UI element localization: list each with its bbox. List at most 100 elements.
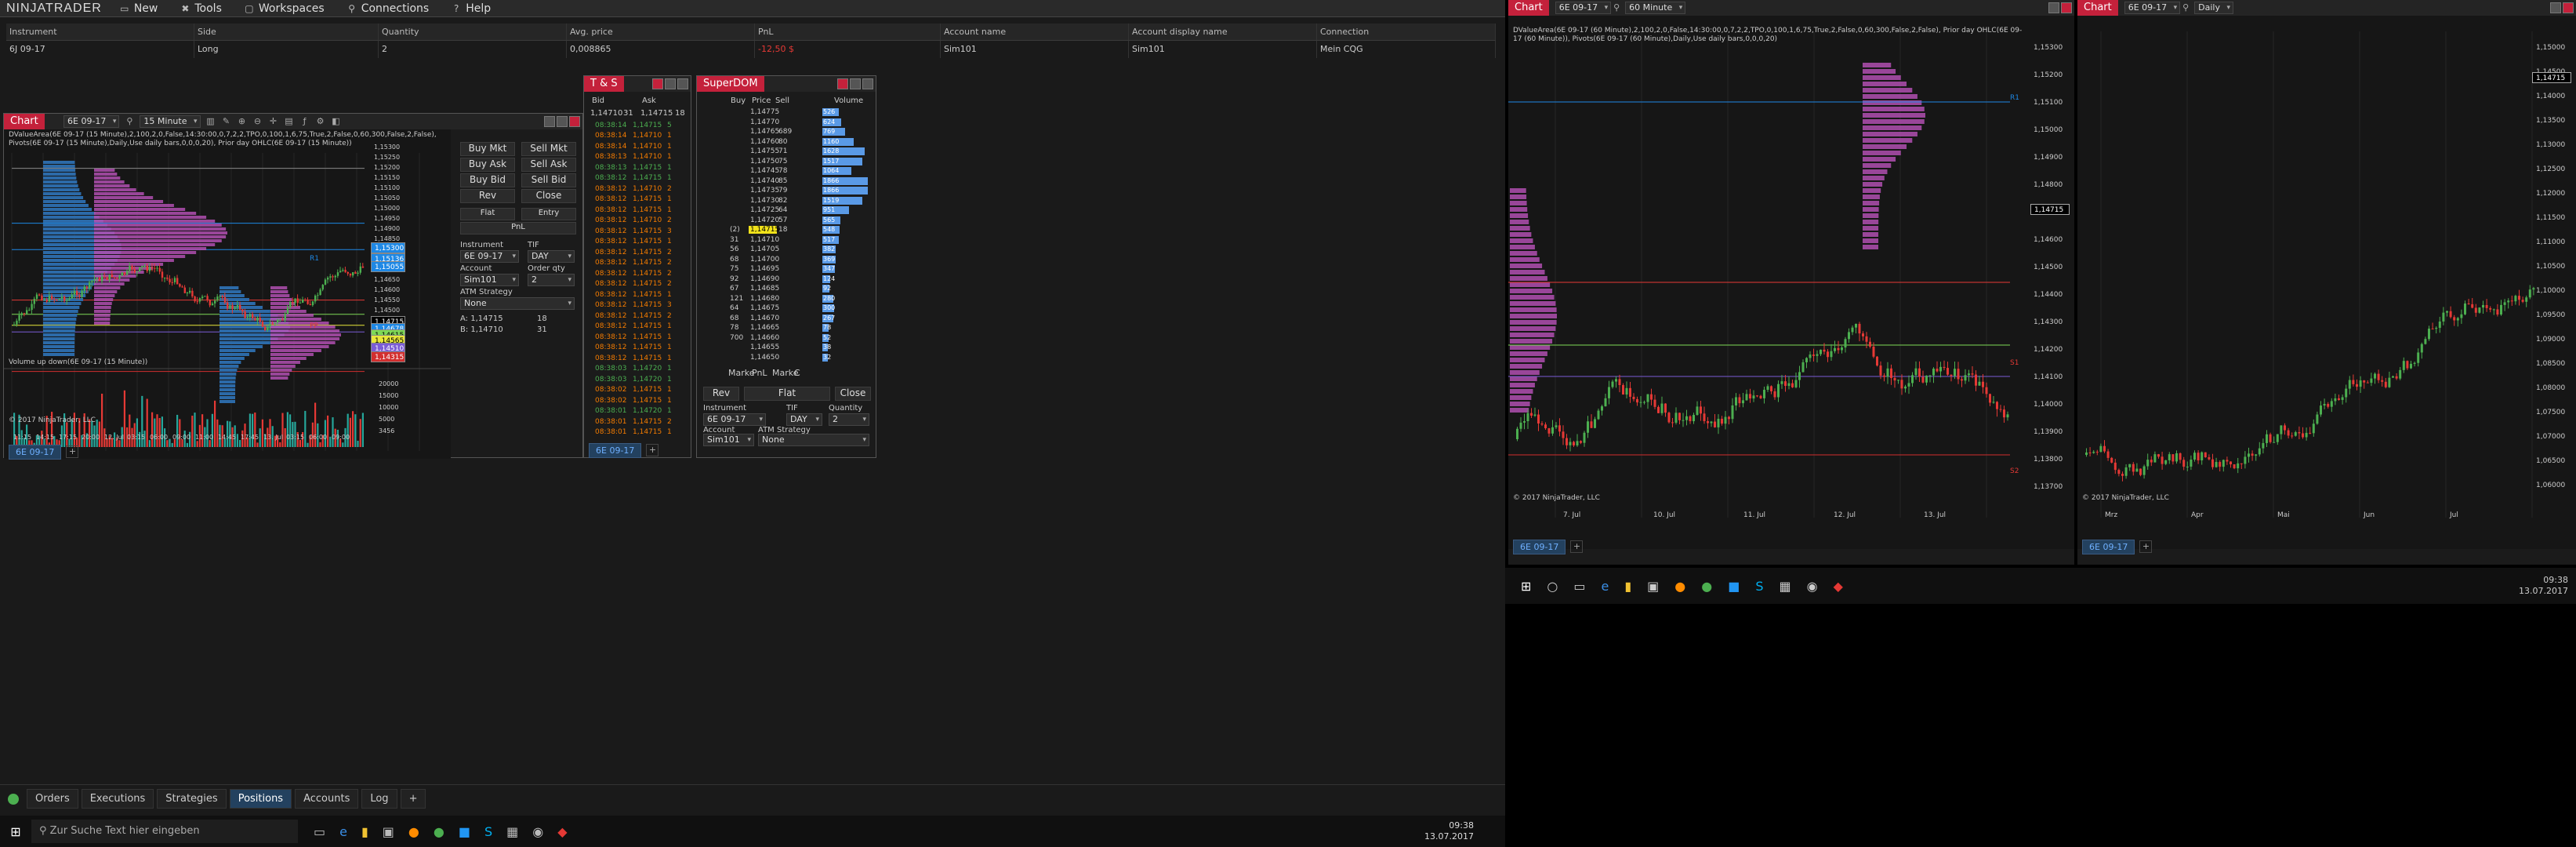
list-item[interactable]: 08:38:12 1,14715 3 [595, 300, 681, 311]
dom-buy-cell[interactable]: 56 [728, 245, 749, 253]
interval-selector[interactable]: 15 Minute [140, 115, 201, 128]
search-icon[interactable]: ⚲ [1611, 2, 1622, 13]
dom-price-cell[interactable]: 1,14685 [749, 285, 779, 293]
tab-orders[interactable]: Orders [27, 789, 78, 809]
list-item[interactable]: 08:38:01 1,14715 2 [595, 416, 681, 427]
table-row[interactable]: 1,14740 85 1866 [728, 176, 873, 187]
table-row[interactable]: 92 1,14690 124 [728, 274, 873, 285]
chart-titlebar[interactable]: Chart 6E 09-17 ⚲ Daily [2077, 0, 2576, 16]
dom-price-cell[interactable]: 1,14745 [749, 167, 779, 175]
list-item[interactable]: 08:38:12 1,14715 1 [595, 289, 681, 300]
dom-price-cell[interactable]: 1,14680 [749, 295, 779, 303]
dom-tif-selector[interactable]: DAY [786, 413, 822, 426]
chrome-icon[interactable]: ● [1701, 579, 1712, 594]
table-row[interactable]: 700 1,14660 52 [728, 333, 873, 344]
windows-start-icon[interactable]: ⊞ [1521, 579, 1531, 594]
close-position-button[interactable]: Close [521, 189, 576, 203]
dom-buy-cell[interactable]: 700 [728, 334, 749, 342]
list-item[interactable]: 08:38:12 1,14715 2 [595, 311, 681, 322]
instrument-selector[interactable]: 6E 09-17 [460, 250, 519, 263]
table-row[interactable]: 64 1,14675 300 [728, 304, 873, 314]
calculator-icon[interactable]: ▦ [1780, 579, 1791, 594]
dom-buy-cell[interactable]: 64 [728, 304, 749, 312]
skype-icon[interactable]: S [1755, 579, 1763, 594]
add-tab-icon[interactable]: + [2139, 540, 2153, 553]
dom-price-cell[interactable]: 1,14675 [749, 304, 779, 312]
table-row[interactable]: 1,14735 79 1866 [728, 186, 873, 196]
table-row[interactable]: 1,14655 38 [728, 343, 873, 353]
table-row[interactable]: 75 1,14695 347 [728, 264, 873, 274]
close-icon[interactable] [652, 78, 663, 89]
dom-price-cell[interactable]: 1,14765 [749, 128, 779, 136]
instrument-selector[interactable]: 6E 09-17 [1555, 2, 1612, 14]
table-row[interactable]: 68 1,14700 369 [728, 255, 873, 265]
dom-price-cell[interactable]: 1,14735 [749, 187, 779, 194]
dom-price-cell[interactable]: 1,14740 [749, 177, 779, 185]
chart-trader-icon[interactable]: ◧ [331, 116, 342, 127]
firefox-icon[interactable]: ● [1674, 579, 1685, 594]
sell-ask-button[interactable]: Sell Ask [521, 158, 576, 172]
dom-sell-cell[interactable]: 79 [777, 187, 799, 194]
dom-footer-c[interactable]: C [794, 368, 800, 378]
superdom-titlebar[interactable]: SuperDOM [697, 76, 876, 92]
add-tab-icon[interactable]: + [1570, 540, 1584, 553]
dom-sell-cell[interactable]: 82 [777, 197, 799, 205]
list-item[interactable]: 08:38:12 1,14715 1 [595, 322, 681, 333]
dom-price-cell[interactable]: 1,14775 [749, 108, 779, 116]
list-item[interactable]: 08:38:14 1,14715 5 [595, 120, 681, 131]
dom-close-button[interactable]: Close [835, 387, 871, 401]
chart-daily-canvas[interactable] [2077, 16, 2576, 549]
list-item[interactable]: 08:38:12 1,14715 1 [595, 353, 681, 364]
ninjatrader-icon[interactable]: ◆ [557, 824, 567, 839]
ts-titlebar[interactable]: T & S [584, 76, 691, 92]
list-item[interactable]: 08:38:12 1,14715 2 [595, 247, 681, 258]
list-item[interactable]: 08:38:14 1,14710 1 [595, 141, 681, 152]
dom-buy-cell[interactable]: 68 [728, 256, 749, 264]
list-item[interactable]: 08:38:12 1,14710 2 [595, 216, 681, 227]
dom-quantity-stepper[interactable]: 2 [829, 413, 869, 426]
dom-buy-cell[interactable]: 68 [728, 314, 749, 322]
dom-buy-cell[interactable]: 92 [728, 275, 749, 283]
table-row[interactable]: 1,14755 71 1628 [728, 147, 873, 157]
col-avg-price[interactable]: Avg. price [567, 24, 755, 40]
ninjatrader-icon[interactable]: ◆ [1834, 579, 1843, 594]
dom-price-cell[interactable]: 1,14715 [749, 226, 779, 234]
add-tab-icon[interactable]: + [400, 789, 426, 809]
draw-icon[interactable]: ✎ [221, 116, 232, 127]
tif-selector[interactable]: DAY [528, 250, 575, 263]
col-connection[interactable]: Connection [1317, 24, 1496, 40]
app2-icon[interactable]: ◉ [532, 824, 543, 839]
explorer-icon[interactable]: ▮ [361, 824, 368, 839]
col-account-name[interactable]: Account name [941, 24, 1129, 40]
task-view-icon[interactable]: ▭ [314, 824, 325, 839]
dom-price-cell[interactable]: 1,14755 [749, 147, 779, 155]
taskbar-clock[interactable]: 09:38 13.07.2017 [1424, 820, 1474, 842]
dom-price-cell[interactable]: 1,14700 [749, 256, 779, 264]
list-item[interactable]: 08:38:12 1,14715 1 [595, 205, 681, 216]
sell-bid-button[interactable]: Sell Bid [521, 173, 576, 187]
add-tab-icon[interactable]: + [66, 445, 79, 458]
menu-tools[interactable]: ✖ Tools [169, 2, 233, 15]
dom-sell-cell[interactable]: 71 [777, 147, 799, 155]
tab-strategies[interactable]: Strategies [157, 789, 227, 809]
dom-flat-button[interactable]: Flat [744, 387, 830, 401]
dom-price-cell[interactable]: 1,14760 [749, 138, 779, 146]
dom-instrument-selector[interactable]: 6E 09-17 [703, 413, 766, 426]
restore-icon[interactable] [677, 78, 688, 89]
list-item[interactable]: 08:38:12 1,14715 1 [595, 332, 681, 343]
table-row[interactable]: 1,14750 75 1517 [728, 157, 873, 167]
minimize-icon[interactable] [850, 78, 861, 89]
table-row[interactable]: 6J 09-17 Long 2 0,008865 -12,50 $ Sim101… [6, 41, 1496, 58]
dom-account-selector[interactable]: Sim101 [703, 434, 754, 446]
instrument-selector[interactable]: 6E 09-17 [63, 115, 120, 128]
account-selector[interactable]: Sim101 [460, 274, 519, 286]
reverse-button[interactable]: Rev [460, 189, 515, 203]
list-item[interactable]: 08:38:12 1,14715 1 [595, 173, 681, 184]
buy-ask-button[interactable]: Buy Ask [460, 158, 515, 172]
skype-icon[interactable]: S [484, 824, 492, 839]
flat-button[interactable]: Flat [460, 208, 515, 220]
dom-buy-cell[interactable]: 78 [728, 324, 749, 332]
chart-titlebar[interactable]: Chart 6E 09-17 ⚲ 60 Minute [1508, 0, 2074, 16]
list-item[interactable]: 08:38:13 1,14715 1 [595, 162, 681, 173]
table-row[interactable]: 67 1,14685 92 [728, 284, 873, 294]
